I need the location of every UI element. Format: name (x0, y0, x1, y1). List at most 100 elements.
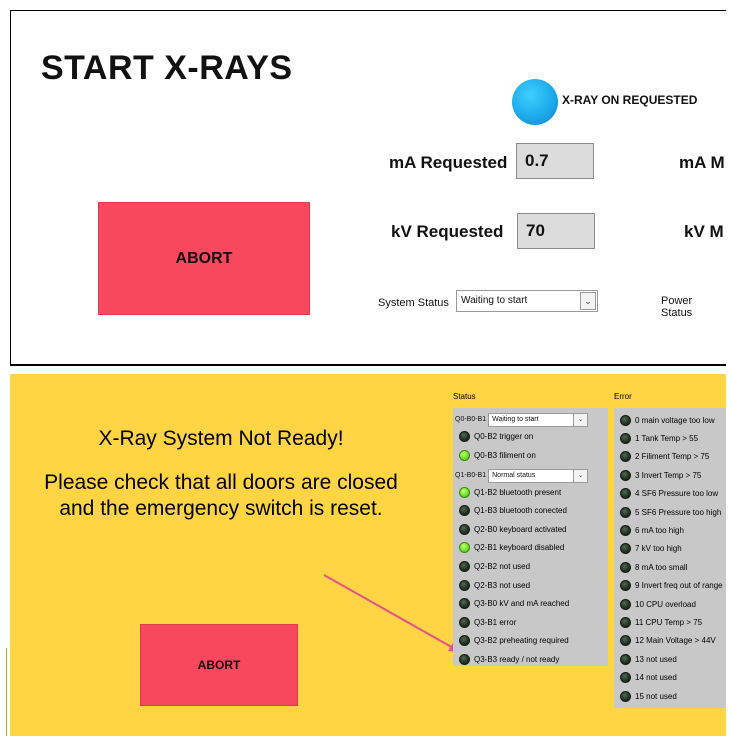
kv-requested-field[interactable]: 70 (517, 213, 595, 249)
status-item: Q3-B0 kV and mA reached (459, 597, 569, 611)
led-off-icon (459, 598, 470, 610)
led-off-icon (459, 616, 470, 628)
status-item-label: Q2-B0 keyboard activated (474, 524, 567, 534)
error-item-label: 12 Main Voltage > 44V (635, 636, 716, 646)
power-status-label: Power Status (661, 295, 693, 319)
status-item: Q1-B2 bluetooth present (459, 485, 561, 499)
led-off-icon (459, 505, 470, 517)
status-item: Q1-B3 bluetooth conected (459, 504, 567, 518)
led-off-icon (620, 561, 631, 573)
led-off-icon (620, 543, 631, 555)
system-status-label: System Status (378, 297, 449, 309)
error-item: 9 Invert freq out of range (620, 579, 723, 593)
led-off-icon (620, 506, 631, 518)
not-ready-title: X-Ray System Not Ready! (98, 427, 344, 450)
status-item-label: Q0-B2 trigger on (474, 431, 534, 441)
status-item-label: Q2-B3 not used (474, 580, 531, 590)
led-off-icon (620, 580, 631, 592)
status-item: Q2-B0 keyboard activated (459, 522, 567, 536)
status-item-label: Q2-B1 keyboard disabled (474, 543, 565, 553)
error-item: 1 Tank Temp > 55 (620, 431, 698, 445)
error-item-label: 9 Invert freq out of range (635, 581, 723, 591)
status-item-label: Q3-B3 ready / not ready (474, 654, 560, 664)
status-combo2-label: Q1-B0-B1 (455, 472, 487, 479)
status-item-label: Q2-B2 not used (474, 561, 531, 571)
led-off-icon (620, 598, 631, 610)
led-on-icon (459, 486, 470, 498)
ma-measured-label: mA M (679, 153, 725, 172)
start-xrays-panel: START X-RAYS X-RAY ON REQUESTED mA Reque… (10, 10, 726, 366)
led-off-icon (459, 560, 470, 572)
error-title: Error (614, 392, 632, 401)
status-panel: Q0-B0-B1 Waiting to start ⌄ Q0-B2 trigge… (453, 408, 608, 666)
error-item-label: 11 CPU Temp > 75 (635, 617, 703, 627)
error-item-label: 5 SF6 Pressure too high (635, 507, 722, 517)
status-item: Q2-B1 keyboard disabled (459, 541, 564, 555)
chevron-down-icon[interactable]: ⌄ (573, 469, 588, 482)
led-on-icon (459, 449, 470, 461)
xray-on-indicator (512, 79, 558, 125)
page-title: START X-RAYS (41, 49, 293, 87)
ma-requested-field[interactable]: 0.7 (516, 143, 594, 179)
error-item-label: 13 not used (635, 654, 677, 664)
status-combo-row-1: Q0-B0-B1 Waiting to start ⌄ (455, 412, 589, 427)
left-edge-strip (0, 648, 7, 736)
status-select-q1[interactable]: Normal status ⌄ (488, 468, 589, 483)
error-item-label: 6 mA too high (635, 525, 684, 535)
led-off-icon (620, 414, 631, 426)
led-on-icon (459, 542, 470, 554)
error-item: 12 Main Voltage > 44V (620, 634, 716, 648)
error-item-label: 0 main voltage too low (635, 415, 715, 425)
status-select-q0[interactable]: Waiting to start ⌄ (488, 412, 589, 427)
abort-button-bottom[interactable]: ABORT (140, 624, 298, 706)
error-item-label: 8 mA too small (635, 562, 688, 572)
error-item: 4 SF6 Pressure too low (620, 487, 718, 501)
kv-requested-label: kV Requested (391, 222, 504, 241)
status-item-label: Q3-B1 error (474, 617, 517, 627)
led-off-icon (620, 524, 631, 536)
led-off-icon (459, 430, 470, 442)
error-item-label: 3 Invert Temp > 75 (635, 470, 702, 480)
status-item: Q3-B1 error (459, 615, 516, 629)
status-item: Q3-B3 ready / not ready (459, 652, 559, 666)
status-item-label: Q0-B3 filiment on (474, 450, 536, 460)
xray-on-requested-label: X-RAY ON REQUESTED (562, 93, 698, 107)
error-item-label: 7 kV too high (635, 544, 682, 554)
error-item: 6 mA too high (620, 523, 684, 537)
status-item: Q2-B2 not used (459, 559, 530, 573)
not-ready-message: X-Ray System Not Ready! Please check tha… (28, 426, 414, 540)
status-select-q1-value: Normal status (492, 471, 536, 479)
status-item: Q3-B2 preheating required (459, 634, 569, 648)
status-item: Q2-B3 not used (459, 578, 530, 592)
status-item-label: Q1-B3 bluetooth conected (474, 506, 567, 516)
led-off-icon (459, 523, 470, 535)
error-item: 10 CPU overload (620, 597, 696, 611)
chevron-down-icon[interactable]: ⌄ (573, 413, 588, 426)
led-off-icon (620, 451, 631, 463)
chevron-down-icon[interactable]: ⌄ (580, 292, 596, 310)
led-off-icon (620, 653, 631, 665)
led-off-icon (459, 635, 470, 647)
not-ready-panel: X-Ray System Not Ready! Please check tha… (10, 374, 726, 736)
error-item: 7 kV too high (620, 542, 682, 556)
error-item: 5 SF6 Pressure too high (620, 505, 721, 519)
status-title: Status (453, 392, 476, 401)
error-item: 3 Invert Temp > 75 (620, 468, 701, 482)
led-off-icon (620, 469, 631, 481)
system-status-select[interactable]: Waiting to start ⌄ (456, 290, 598, 312)
error-panel: 0 main voltage too low 1 Tank Temp > 55 2 … (614, 408, 726, 708)
status-item-label: Q3-B2 preheating required (474, 636, 569, 646)
error-item-label: 1 Tank Temp > 55 (635, 433, 699, 443)
led-off-icon (620, 488, 631, 500)
led-off-icon (620, 432, 631, 444)
error-item-label: 2 Filiment Temp > 75 (635, 452, 710, 462)
led-off-icon (459, 653, 470, 665)
abort-button[interactable]: ABORT (98, 202, 310, 315)
error-item: 14 not used (620, 671, 677, 685)
error-item: 11 CPU Temp > 75 (620, 615, 702, 629)
error-item: 2 Filiment Temp > 75 (620, 450, 709, 464)
led-off-icon (620, 672, 631, 684)
error-item-label: 14 not used (635, 673, 677, 683)
error-item: 0 main voltage too low (620, 413, 715, 427)
not-ready-instructions: Please check that all doors are closed a… (44, 471, 398, 520)
